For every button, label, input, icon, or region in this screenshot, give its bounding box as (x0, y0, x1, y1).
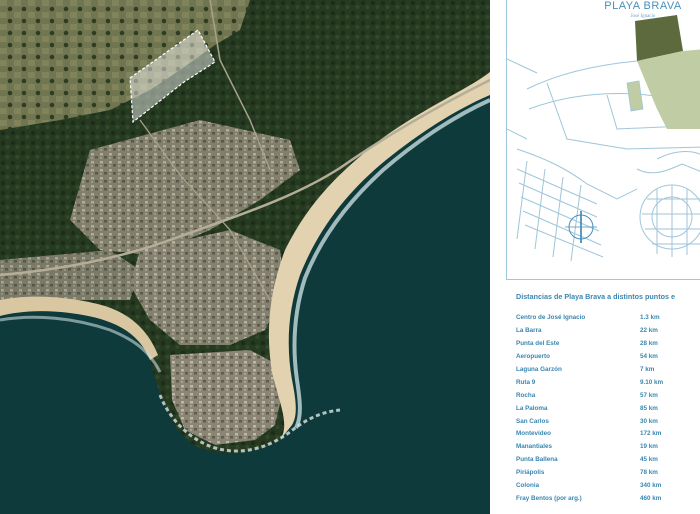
distance-place: La Barra (516, 326, 542, 334)
plan-grid (516, 168, 604, 258)
distance-row: Manantiales 19 km (516, 443, 691, 456)
distance-place: Colonia (516, 482, 540, 490)
distance-km: 340 km (640, 482, 662, 490)
distance-row: Centro de José Ignacio 1.3 km (516, 314, 691, 327)
distance-row: San Carlos 30 km (516, 418, 691, 431)
distance-km: 57 km (640, 391, 658, 399)
distance-place: Punta Ballena (516, 456, 558, 464)
plan-grid (516, 160, 582, 262)
plan-street (516, 148, 638, 200)
distance-row: La Barra 22 km (516, 327, 691, 340)
distance-row: Colonia 340 km (516, 482, 691, 495)
plan-lot[interactable] (637, 49, 700, 129)
plan-grid (656, 185, 688, 257)
distance-place: Rocha (516, 391, 536, 399)
distance-place: Centro de José Ignacio (516, 314, 586, 321)
distance-place: San Carlos (516, 417, 549, 425)
distance-row: Punta del Este 28 km (516, 340, 691, 353)
distance-row: Montevideo 172 km (516, 430, 691, 443)
distance-km: 45 km (640, 456, 658, 464)
distance-km: 19 km (640, 443, 658, 451)
distance-place: Montevideo (516, 430, 551, 438)
distance-row: Ruta 9 9.10 km (516, 379, 691, 392)
compass (565, 211, 597, 243)
site-plan-map[interactable] (507, 0, 700, 280)
distance-place: Aeropuerto (516, 352, 550, 360)
distance-place: Punta del Este (516, 339, 560, 347)
logo-name: PLAYA BRAVA (604, 0, 682, 12)
distance-km: 85 km (640, 404, 658, 412)
distance-km: 28 km (640, 339, 658, 347)
distance-place: La Paloma (516, 404, 548, 412)
distance-row: La Paloma 85 km (516, 405, 691, 418)
distance-km: 1.3 km (640, 314, 660, 321)
distance-km: 460 km (640, 495, 662, 503)
distance-row: Rocha 57 km (516, 392, 691, 405)
distance-place: Manantiales (516, 443, 553, 451)
distance-km: 172 km (640, 430, 662, 438)
distance-place: Piriápolis (516, 469, 545, 477)
plan-roundabout (639, 184, 700, 250)
plan-street (656, 151, 700, 160)
distance-km: 22 km (640, 326, 658, 334)
distance-row: Piriápolis 78 km (516, 469, 691, 482)
distance-row: Punta Ballena 45 km (516, 456, 691, 469)
playa-brava-logo: PLAYA BRAVA José Ignacio (603, 0, 683, 20)
aerial-satellite-map[interactable] (0, 0, 490, 514)
distance-km: 7 km (640, 365, 655, 373)
site-plan-frame: PLAYA BRAVA José Ignacio (506, 0, 700, 280)
distance-place: Fray Bentos (por arg.) (516, 495, 582, 503)
distance-row: Laguna Garzón 7 km (516, 366, 691, 379)
distances-list: Centro de José Ignacio 1.3 km La Barra 22 k… (516, 314, 691, 508)
distance-km: 30 km (640, 417, 658, 425)
distance-row: Fray Bentos (por arg.) 460 km (516, 495, 691, 508)
plan-street (636, 163, 700, 174)
info-panel: PLAYA BRAVA José Ignacio Distancias de P… (490, 0, 700, 514)
distance-km: 78 km (640, 469, 658, 477)
distance-place: Laguna Garzón (516, 365, 562, 373)
distance-row: Aeropuerto 54 km (516, 353, 691, 366)
distance-place: Ruta 9 (516, 378, 536, 386)
plan-street (507, 58, 538, 140)
logo-sub: José Ignacio (630, 14, 656, 19)
plan-lot-small[interactable] (626, 80, 644, 112)
distances-title: Distancias de Playa Brava a distintos pu… (516, 292, 675, 301)
distance-km: 54 km (640, 352, 658, 360)
distance-km: 9.10 km (640, 378, 664, 386)
